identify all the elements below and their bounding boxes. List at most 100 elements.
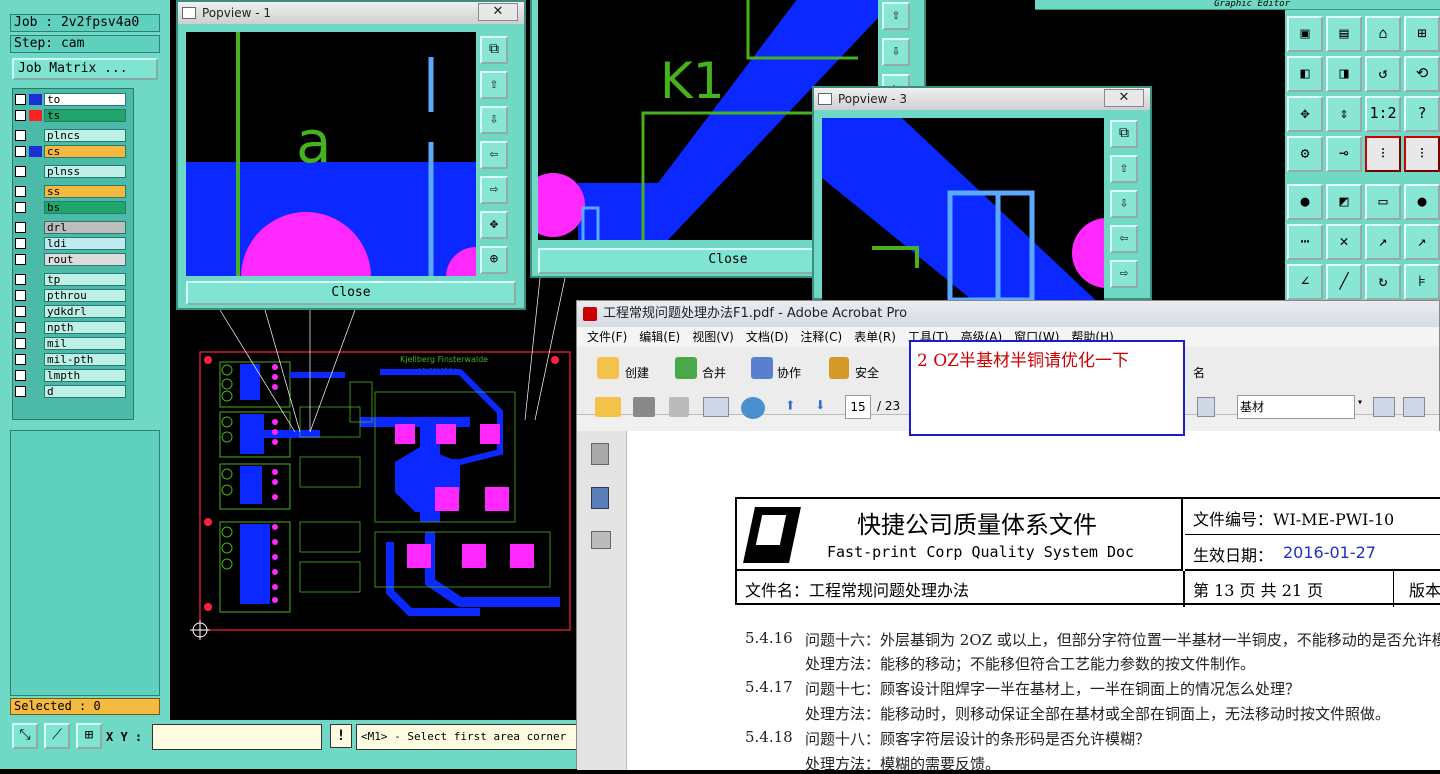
angle-icon[interactable]: ∠ (1287, 264, 1323, 300)
zoom-out-icon[interactable]: ⇩ (1110, 190, 1138, 218)
layer-checkbox[interactable] (15, 202, 26, 213)
layer-checkbox[interactable] (15, 254, 26, 265)
layer-checkbox[interactable] (15, 110, 26, 121)
secure-button[interactable]: 安全 (855, 357, 879, 389)
grid-icon[interactable]: ⊞ (76, 723, 102, 749)
layer-checkbox[interactable] (15, 386, 26, 397)
menu-item-3[interactable]: 文档(D) (746, 330, 789, 344)
open-folder-icon[interactable] (595, 397, 621, 417)
layer-name[interactable]: drl (44, 221, 126, 234)
layer-row-lmpth[interactable]: lmpth (15, 369, 126, 382)
zoom-in-icon[interactable]: ⇧ (882, 2, 910, 30)
menu-item-1[interactable]: 编辑(E) (639, 330, 680, 344)
popview-1-close-button[interactable]: Close (186, 281, 516, 305)
layer-row-cs[interactable]: cs (15, 145, 126, 158)
layer-name[interactable]: ss (44, 185, 126, 198)
pan-left-icon[interactable]: ⇦ (480, 141, 508, 169)
fill-icon[interactable]: ◩ (1326, 184, 1362, 220)
zoom-in-icon[interactable]: ⇧ (1110, 155, 1138, 183)
layer-name[interactable]: rout (44, 253, 126, 266)
measure-icon[interactable]: ⟋ (44, 723, 70, 749)
drill-alt-icon[interactable]: ⁝ (1404, 136, 1440, 172)
move-down-icon[interactable]: ▤ (1326, 16, 1362, 52)
combine-button[interactable]: 合并 (702, 357, 726, 389)
fit-icon[interactable]: ⧉ (1110, 120, 1138, 148)
layer-checkbox[interactable] (15, 238, 26, 249)
center-icon[interactable]: ⊕ (480, 246, 508, 274)
mirror-icon[interactable]: ⟲ (1404, 56, 1440, 92)
home-icon[interactable]: ⌂ (1365, 16, 1401, 52)
layer-checkbox[interactable] (15, 290, 26, 301)
move-left-icon[interactable]: ◧ (1287, 56, 1323, 92)
zoom-out-icon[interactable]: ⇩ (480, 106, 508, 134)
layer-row-ydkdrl[interactable]: ydkdrl (15, 305, 126, 318)
layer-checkbox[interactable] (15, 94, 26, 105)
layer-row-rout[interactable]: rout (15, 253, 126, 266)
drill-icon[interactable]: ⁝ (1365, 136, 1401, 172)
chevron-down-icon[interactable]: ▾ (1357, 397, 1363, 408)
slash-icon[interactable]: ╱ (1326, 264, 1362, 300)
xy-input[interactable] (152, 724, 322, 750)
layer-row-bs[interactable]: bs (15, 201, 126, 214)
layer-row-plnss[interactable]: plnss (15, 165, 126, 178)
dot-icon[interactable]: ● (1404, 184, 1440, 220)
fit-page-icon[interactable] (1197, 397, 1215, 417)
layer-checkbox[interactable] (15, 306, 26, 317)
split-icon[interactable]: ⊞ (1404, 16, 1440, 52)
zoom-box-icon[interactable]: ✥ (480, 211, 508, 239)
search-input[interactable]: 基材 (1237, 395, 1355, 419)
layer-row-plncs[interactable]: plncs (15, 129, 126, 142)
next-page-icon[interactable]: ⬇ (815, 397, 835, 417)
signatures-icon[interactable] (591, 531, 611, 549)
layer-row-ldi[interactable]: ldi (15, 237, 126, 250)
bars-icon[interactable]: ⊧ (1404, 264, 1440, 300)
add-pad-icon[interactable]: ● (1287, 184, 1323, 220)
layer-checkbox[interactable] (15, 370, 26, 381)
layer-name[interactable]: plncs (44, 129, 126, 142)
layer-checkbox[interactable] (15, 186, 26, 197)
layer-name[interactable]: plnss (44, 165, 126, 178)
layer-name[interactable]: ydkdrl (44, 305, 126, 318)
create-button[interactable]: 创建 (625, 357, 649, 389)
bookmarks-icon[interactable] (591, 487, 609, 509)
web-icon[interactable] (741, 397, 765, 419)
layer-checkbox[interactable] (15, 146, 26, 157)
layer-row-drl[interactable]: drl (15, 221, 126, 234)
line-icon[interactable]: ↗ (1365, 224, 1401, 260)
layer-row-ss[interactable]: ss (15, 185, 126, 198)
pan-right-icon[interactable]: ⇨ (1110, 260, 1138, 288)
arc-icon[interactable]: ↗ (1404, 224, 1440, 260)
layer-name[interactable]: ldi (44, 237, 126, 250)
find-next-icon[interactable] (1403, 397, 1425, 417)
layer-name[interactable]: ts (44, 109, 126, 122)
pages-icon[interactable] (591, 443, 609, 465)
job-matrix-button[interactable]: Job Matrix ... (12, 58, 158, 80)
layer-checkbox[interactable] (15, 274, 26, 285)
connect-icon[interactable]: ⋯ (1287, 224, 1323, 260)
print-icon[interactable] (633, 397, 655, 417)
close-icon[interactable]: ✕ (478, 3, 518, 21)
layer-checkbox[interactable] (15, 354, 26, 365)
help-icon[interactable]: ? (1404, 96, 1440, 132)
layer-row-to[interactable]: to (15, 93, 126, 106)
save-icon[interactable] (669, 397, 689, 417)
layer-name[interactable]: cs (44, 145, 126, 158)
layer-name[interactable]: d (44, 385, 126, 398)
settings-icon[interactable]: ⚙ (1287, 136, 1323, 172)
fit-icon[interactable]: ⧉ (480, 36, 508, 64)
delete-icon[interactable]: ✕ (1326, 224, 1362, 260)
annotation-note[interactable]: 2 OZ半基材半铜请优化一下 (909, 340, 1185, 436)
layer-name[interactable]: bs (44, 201, 126, 214)
scale-icon[interactable]: 1:2 (1365, 96, 1401, 132)
pad-icon[interactable]: ⊸ (1326, 136, 1362, 172)
move-up-icon[interactable]: ▣ (1287, 16, 1323, 52)
menu-item-0[interactable]: 文件(F) (587, 330, 627, 344)
layer-checkbox[interactable] (15, 338, 26, 349)
sign-button[interactable]: 名 (1193, 357, 1205, 389)
pan-left-icon[interactable]: ⇦ (1110, 225, 1138, 253)
layer-row-ts[interactable]: ts (15, 109, 126, 122)
layer-checkbox[interactable] (15, 130, 26, 141)
page-number-input[interactable]: 15 (845, 395, 871, 419)
rotate-icon[interactable]: ↺ (1365, 56, 1401, 92)
layer-row-d[interactable]: d (15, 385, 126, 398)
